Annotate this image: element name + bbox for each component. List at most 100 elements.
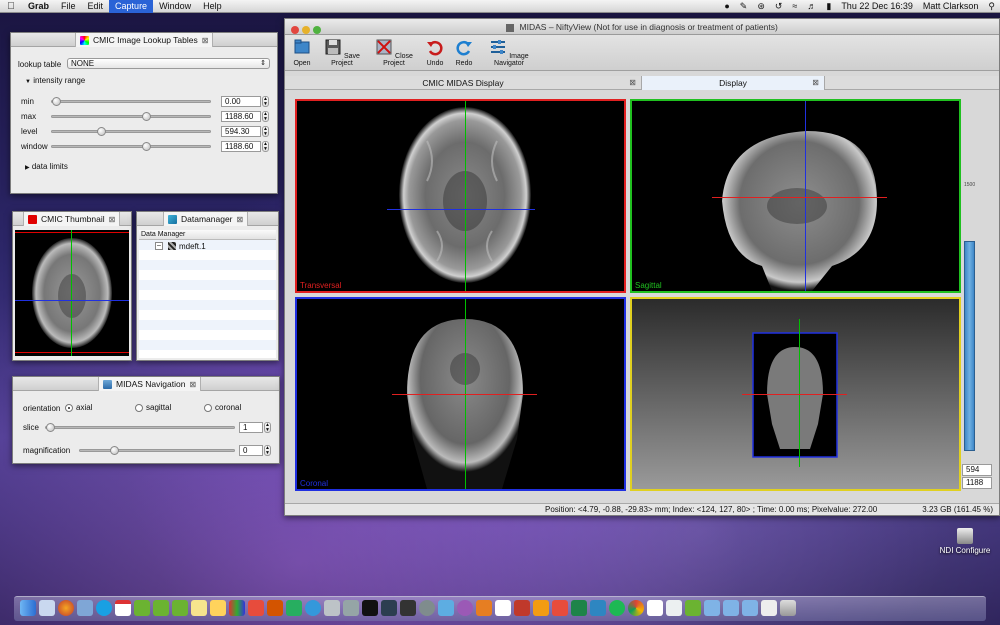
window-slider-handle[interactable] (142, 142, 151, 151)
vlc-icon[interactable] (476, 600, 492, 616)
calendar-icon[interactable] (115, 600, 131, 616)
qt-linguist-icon[interactable] (685, 600, 701, 616)
skype-status-icon[interactable]: ● (719, 0, 734, 13)
qt-creator-icon[interactable] (134, 600, 150, 616)
thumbnail-titlebar[interactable]: CMIC Thumbnail ⊠ (13, 212, 131, 226)
spotify-icon[interactable] (609, 600, 625, 616)
battery-icon[interactable]: ▮ (821, 0, 836, 13)
grapher-icon[interactable] (229, 600, 245, 616)
transversal-view[interactable]: Transversal (295, 99, 626, 293)
excel-icon[interactable] (571, 600, 587, 616)
zoom-window-icon[interactable] (313, 26, 321, 34)
close-project-button[interactable]: Close Project (372, 38, 416, 67)
apple-menu-icon[interactable]:  (0, 1, 22, 12)
collapse-toggle-icon[interactable]: – (155, 242, 163, 250)
window-value-field[interactable]: 1188 (962, 477, 992, 489)
tree-row-mdeft[interactable]: – mdeft.1 (155, 241, 206, 251)
menubar-user[interactable]: Matt Clarkson (918, 0, 984, 13)
mail-icon[interactable] (39, 600, 55, 616)
undo-button[interactable]: Undo (423, 38, 447, 67)
lookup-table-select[interactable]: NONE ⇕ (67, 58, 270, 69)
photoshop-icon[interactable] (533, 600, 549, 616)
intensity-range-toggle[interactable]: ▼ intensity range (25, 76, 85, 85)
wifi-icon[interactable]: ≈ (787, 0, 802, 13)
save-project-button[interactable]: Save Project (321, 38, 363, 67)
lookup-tables-titlebar[interactable]: CMIC Image Lookup Tables ⊠ (11, 33, 277, 47)
volume-icon[interactable]: ♬ (802, 0, 821, 13)
render-3d-view[interactable] (630, 297, 961, 491)
close-icon[interactable]: ⊠ (189, 380, 196, 389)
menu-edit[interactable]: Edit (82, 0, 110, 13)
spotlight-icon[interactable]: ⚲ (983, 0, 1000, 13)
minimize-window-icon[interactable] (302, 26, 310, 34)
navigation-titlebar[interactable]: MIDAS Navigation ⊠ (13, 377, 279, 391)
preview-icon[interactable] (77, 600, 93, 616)
slice-stepper[interactable]: ▲ ▼ (264, 422, 271, 433)
wunderlist-icon[interactable] (552, 600, 568, 616)
x11-icon[interactable] (647, 600, 663, 616)
min-slider-handle[interactable] (52, 97, 61, 106)
qt-designer-icon[interactable] (153, 600, 169, 616)
qt-assistant-icon[interactable] (172, 600, 188, 616)
level-slider-handle[interactable] (97, 127, 106, 136)
main-window-titlebar[interactable]: MIDAS – NiftyView (Not for use in diagno… (285, 19, 999, 35)
magnification-slider-handle[interactable] (110, 446, 119, 455)
menu-help[interactable]: Help (197, 0, 228, 13)
safari-icon[interactable] (305, 600, 321, 616)
magnification-field[interactable]: 0 (239, 445, 263, 456)
slicer-icon[interactable] (286, 600, 302, 616)
min-stepper[interactable]: ▲ ▼ (262, 96, 269, 107)
level-field[interactable]: 594.30 (221, 126, 261, 137)
close-icon[interactable]: ⊠ (812, 76, 819, 90)
redo-button[interactable]: Redo (452, 38, 476, 67)
chrome-icon[interactable] (628, 600, 644, 616)
menu-file[interactable]: File (55, 0, 82, 13)
menu-app-grab[interactable]: Grab (22, 0, 55, 13)
level-stepper[interactable]: ▲ ▼ (262, 126, 269, 137)
max-slider-handle[interactable] (142, 112, 151, 121)
max-slider[interactable] (51, 112, 211, 121)
xcode-icon[interactable] (438, 600, 454, 616)
lookup-tables-tab[interactable]: CMIC Image Lookup Tables ⊠ (75, 33, 214, 47)
min-field[interactable]: 0.00 (221, 96, 261, 107)
menu-capture[interactable]: Capture (109, 0, 154, 13)
script-menu-icon[interactable]: ✎ (735, 0, 753, 13)
time-machine-icon[interactable]: ↺ (770, 0, 788, 13)
orientation-coronal-radio[interactable]: coronal (204, 403, 241, 412)
close-icon[interactable]: ⊠ (629, 76, 636, 90)
max-field[interactable]: 1188.60 (221, 111, 261, 122)
thumbnail-view[interactable] (15, 230, 129, 356)
word-icon[interactable] (590, 600, 606, 616)
tab-display[interactable]: Display ⊠ (642, 76, 825, 90)
orientation-sagittal-radio[interactable]: sagittal (135, 403, 171, 412)
paraview-icon[interactable] (248, 600, 264, 616)
applications-folder-icon[interactable] (704, 600, 720, 616)
bluetooth-icon[interactable]: ⊛ (752, 0, 770, 13)
itunes-icon[interactable] (457, 600, 473, 616)
notes-icon[interactable] (191, 600, 207, 616)
slice-field[interactable]: 1 (239, 422, 263, 433)
skype-icon[interactable] (96, 600, 112, 616)
slice-slider[interactable] (45, 423, 235, 432)
level-window-slider[interactable] (964, 241, 975, 451)
matlab-icon[interactable] (267, 600, 283, 616)
app-store-icon[interactable] (324, 600, 340, 616)
window-field[interactable]: 1188.60 (221, 141, 261, 152)
grab-window-icon[interactable] (761, 600, 777, 616)
datamanager-titlebar[interactable]: Datamanager ⊠ (137, 212, 278, 226)
activity-monitor-icon[interactable] (381, 600, 397, 616)
max-stepper[interactable]: ▲ ▼ (262, 111, 269, 122)
magnification-slider[interactable] (79, 446, 235, 455)
trash-icon[interactable] (780, 600, 796, 616)
stickies-icon[interactable] (210, 600, 226, 616)
documents-folder-icon[interactable] (723, 600, 739, 616)
calculator-icon[interactable] (343, 600, 359, 616)
close-window-icon[interactable] (291, 26, 299, 34)
keynote-icon[interactable] (666, 600, 682, 616)
menu-window[interactable]: Window (153, 0, 197, 13)
filezilla-icon[interactable] (514, 600, 530, 616)
coronal-view[interactable]: Coronal (295, 297, 626, 491)
git-icon[interactable] (495, 600, 511, 616)
sagittal-view[interactable]: Sagittal (630, 99, 961, 293)
terminal-icon[interactable] (362, 600, 378, 616)
